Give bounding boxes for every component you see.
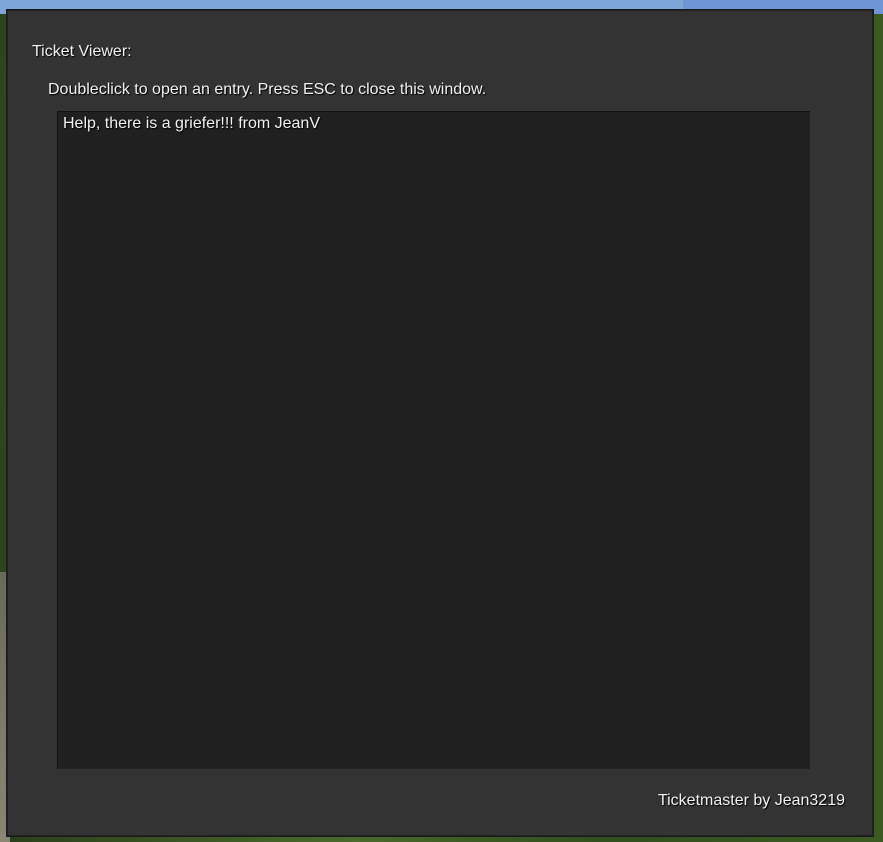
window-title: Ticket Viewer: xyxy=(32,43,132,60)
instructions-text: Doubleclick to open an entry. Press ESC … xyxy=(48,81,487,98)
ticket-viewer-window: Ticket Viewer: Doubleclick to open an en… xyxy=(6,9,874,837)
ticket-list-item[interactable]: Help, there is a griefer!!! from JeanV xyxy=(63,115,320,133)
credit-label: Ticketmaster by Jean3219 xyxy=(657,792,845,809)
ticket-list[interactable]: Help, there is a griefer!!! from JeanV xyxy=(57,111,810,769)
